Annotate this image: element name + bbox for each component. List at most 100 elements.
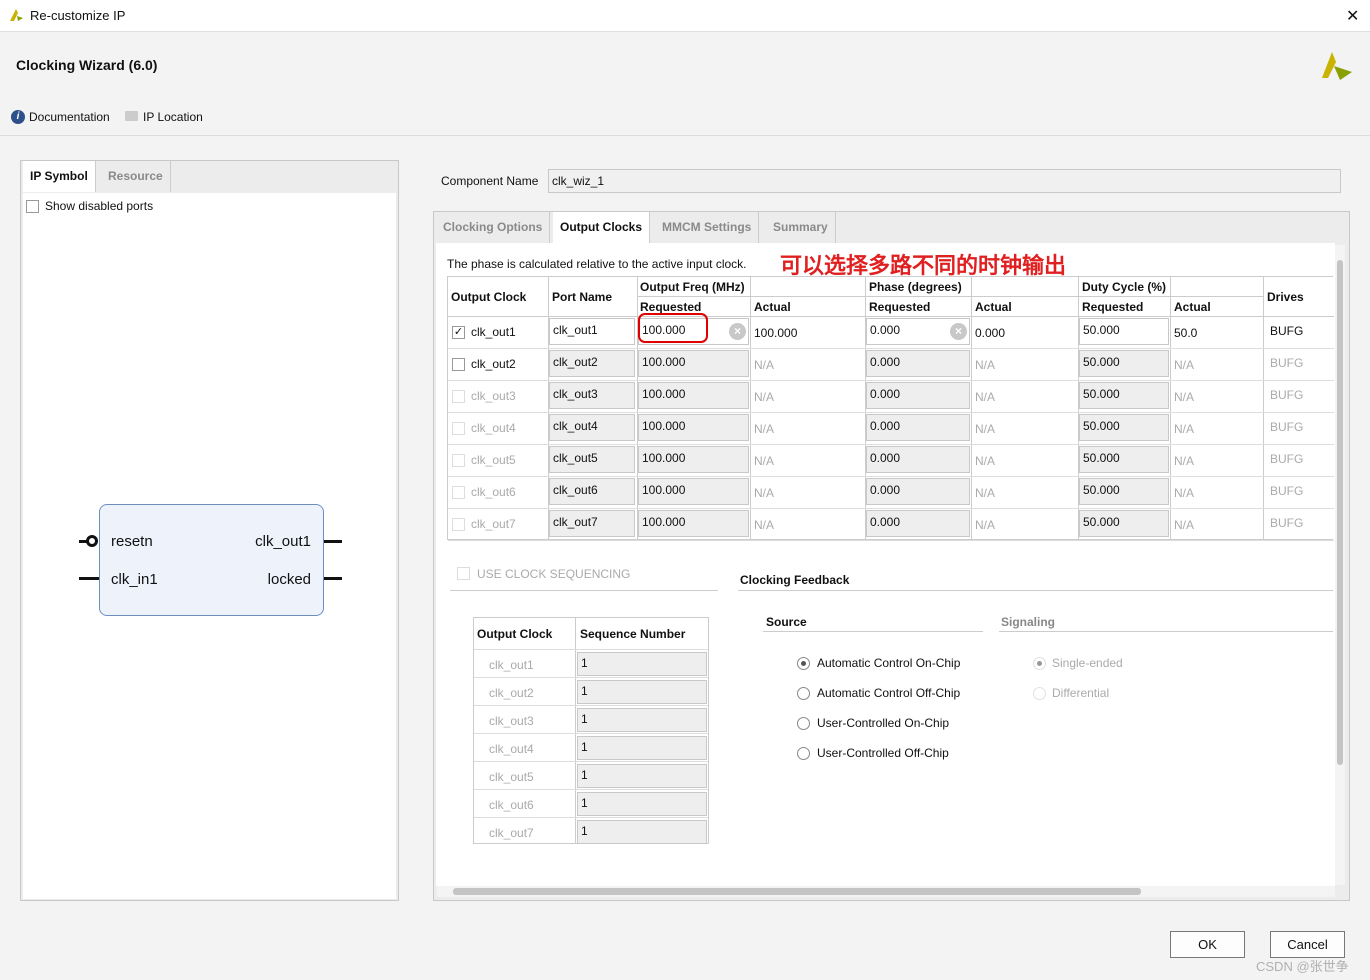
tab-summary[interactable]: Summary	[766, 212, 836, 243]
clear-icon[interactable]: ×	[950, 323, 967, 340]
table-row: clk_out2 clk_out2 100.000 N/A 0.000 N/A 50.000…	[448, 349, 1334, 381]
port-name-field[interactable]: clk_out6	[549, 478, 635, 505]
output-clock-checkbox[interactable]	[452, 518, 465, 531]
signaling-radio[interactable]	[1033, 687, 1046, 700]
sequence-output-clock: clk_out2	[489, 686, 534, 700]
phase-note: The phase is calculated relative to the …	[447, 257, 747, 271]
clear-icon[interactable]: ×	[729, 323, 746, 340]
sequence-number-field[interactable]: 1	[577, 820, 707, 844]
phase-requested-field[interactable]: 0.000	[866, 510, 970, 537]
freq-requested-field[interactable]: 100.000	[638, 510, 749, 537]
port-name-field[interactable]: clk_out2	[549, 350, 635, 377]
show-disabled-ports-checkbox[interactable]	[26, 200, 39, 213]
source-radio[interactable]	[797, 717, 810, 730]
header-drives: Drives	[1267, 290, 1304, 304]
output-clock-checkbox[interactable]	[452, 358, 465, 371]
output-clock-checkbox[interactable]	[452, 390, 465, 403]
sequence-number-field[interactable]: 1	[577, 652, 707, 676]
scrollbar-thumb[interactable]	[1337, 260, 1343, 765]
freq-requested-field[interactable]: 100.000	[638, 414, 749, 441]
window-title: Re-customize IP	[30, 8, 126, 23]
table-row: clk_out7 clk_out7 100.000 N/A 0.000 N/A 50.000…	[448, 509, 1334, 541]
sequence-number-field[interactable]: 1	[577, 708, 707, 732]
phase-actual: N/A	[975, 454, 996, 468]
duty-actual: N/A	[1174, 390, 1195, 404]
info-icon: i	[11, 110, 25, 124]
sequence-number-field[interactable]: 1	[577, 792, 707, 816]
output-clock-checkbox[interactable]	[452, 422, 465, 435]
source-radio[interactable]	[797, 687, 810, 700]
duty-requested-field[interactable]: 50.000	[1079, 446, 1169, 473]
signaling-radio[interactable]	[1033, 657, 1046, 670]
use-clock-sequencing-checkbox[interactable]	[457, 567, 470, 580]
output-clock-name: clk_out2	[471, 357, 516, 371]
freq-requested-field[interactable]: 100.000	[638, 382, 749, 409]
tab-clocking-options[interactable]: Clocking Options	[436, 212, 551, 243]
phase-requested-field[interactable]: 0.000	[866, 414, 970, 441]
seq-header-sequence-number: Sequence Number	[580, 627, 686, 641]
seq-header-output-clock: Output Clock	[477, 627, 553, 641]
inverted-pin-icon	[86, 535, 98, 547]
tab-mmcm-settings[interactable]: MMCM Settings	[655, 212, 760, 243]
port-resetn: resetn	[111, 533, 153, 550]
phase-requested-field[interactable]: 0.000	[866, 350, 970, 377]
freq-actual: N/A	[754, 454, 775, 468]
phase-actual: 0.000	[975, 326, 1006, 340]
phase-actual: N/A	[975, 358, 996, 372]
duty-requested-field[interactable]: 50.000	[1079, 318, 1169, 345]
phase-requested-field[interactable]: 0.000	[866, 446, 970, 473]
freq-requested-field[interactable]: 100.000	[638, 350, 749, 377]
scrollbar-thumb[interactable]	[453, 888, 1141, 895]
port-name-field[interactable]: clk_out3	[549, 382, 635, 409]
watermark: CSDN @张世争	[1256, 959, 1349, 974]
source-radio[interactable]	[797, 747, 810, 760]
port-name-field[interactable]: clk_out4	[549, 414, 635, 441]
pin-clk-in1	[79, 577, 99, 580]
table-row: clk_out3 clk_out3 100.000 N/A 0.000 N/A 50.000…	[448, 381, 1334, 413]
cancel-button[interactable]: Cancel	[1270, 931, 1345, 958]
horizontal-scrollbar[interactable]	[437, 886, 1335, 897]
tab-output-clocks[interactable]: Output Clocks	[553, 212, 651, 243]
header-phase: Phase (degrees)	[869, 280, 962, 294]
vertical-scrollbar[interactable]	[1335, 245, 1345, 885]
output-clock-checkbox[interactable]: ✓	[452, 326, 465, 339]
freq-actual: N/A	[754, 422, 775, 436]
freq-actual: N/A	[754, 518, 775, 532]
sequence-number-field[interactable]: 1	[577, 680, 707, 704]
freq-actual: N/A	[754, 390, 775, 404]
close-icon[interactable]: ✕	[1346, 6, 1359, 26]
divider	[738, 590, 1333, 591]
table-row: clk_out6 clk_out6 100.000 N/A 0.000 N/A 50.000…	[448, 477, 1334, 509]
source-radio[interactable]	[797, 657, 810, 670]
duty-requested-field[interactable]: 50.000	[1079, 350, 1169, 377]
port-name-field[interactable]: clk_out1	[549, 318, 635, 345]
pin-clk-out1	[324, 540, 342, 543]
documentation-link[interactable]: Documentation	[29, 110, 110, 124]
tab-ip-symbol[interactable]: IP Symbol	[23, 161, 96, 192]
divider	[0, 135, 1370, 136]
tab-resource[interactable]: Resource	[101, 161, 171, 192]
duty-requested-field[interactable]: 50.000	[1079, 382, 1169, 409]
output-clock-name: clk_out7	[471, 517, 516, 531]
component-name-field[interactable]: clk_wiz_1	[548, 169, 1341, 193]
sequence-number-field[interactable]: 1	[577, 736, 707, 760]
ip-location-link[interactable]: IP Location	[143, 110, 203, 124]
duty-requested-field[interactable]: 50.000	[1079, 478, 1169, 505]
sequence-row: clk_out2 1	[474, 677, 708, 705]
output-clock-checkbox[interactable]	[452, 486, 465, 499]
port-name-field[interactable]: clk_out5	[549, 446, 635, 473]
freq-actual: 100.000	[754, 326, 798, 340]
output-clock-checkbox[interactable]	[452, 454, 465, 467]
ok-button[interactable]: OK	[1170, 931, 1245, 958]
port-name-field[interactable]: clk_out7	[549, 510, 635, 537]
sequence-number-field[interactable]: 1	[577, 764, 707, 788]
phase-requested-field[interactable]: 0.000	[866, 478, 970, 505]
sequence-table: Output Clock Sequence Number clk_out1 1 cl…	[473, 617, 709, 844]
freq-requested-field[interactable]: 100.000	[638, 446, 749, 473]
sequence-row: clk_out3 1	[474, 705, 708, 733]
phase-requested-field[interactable]: 0.000	[866, 382, 970, 409]
duty-requested-field[interactable]: 50.000	[1079, 414, 1169, 441]
duty-requested-field[interactable]: 50.000	[1079, 510, 1169, 537]
freq-requested-field[interactable]: 100.000	[638, 478, 749, 505]
divider	[999, 631, 1333, 632]
